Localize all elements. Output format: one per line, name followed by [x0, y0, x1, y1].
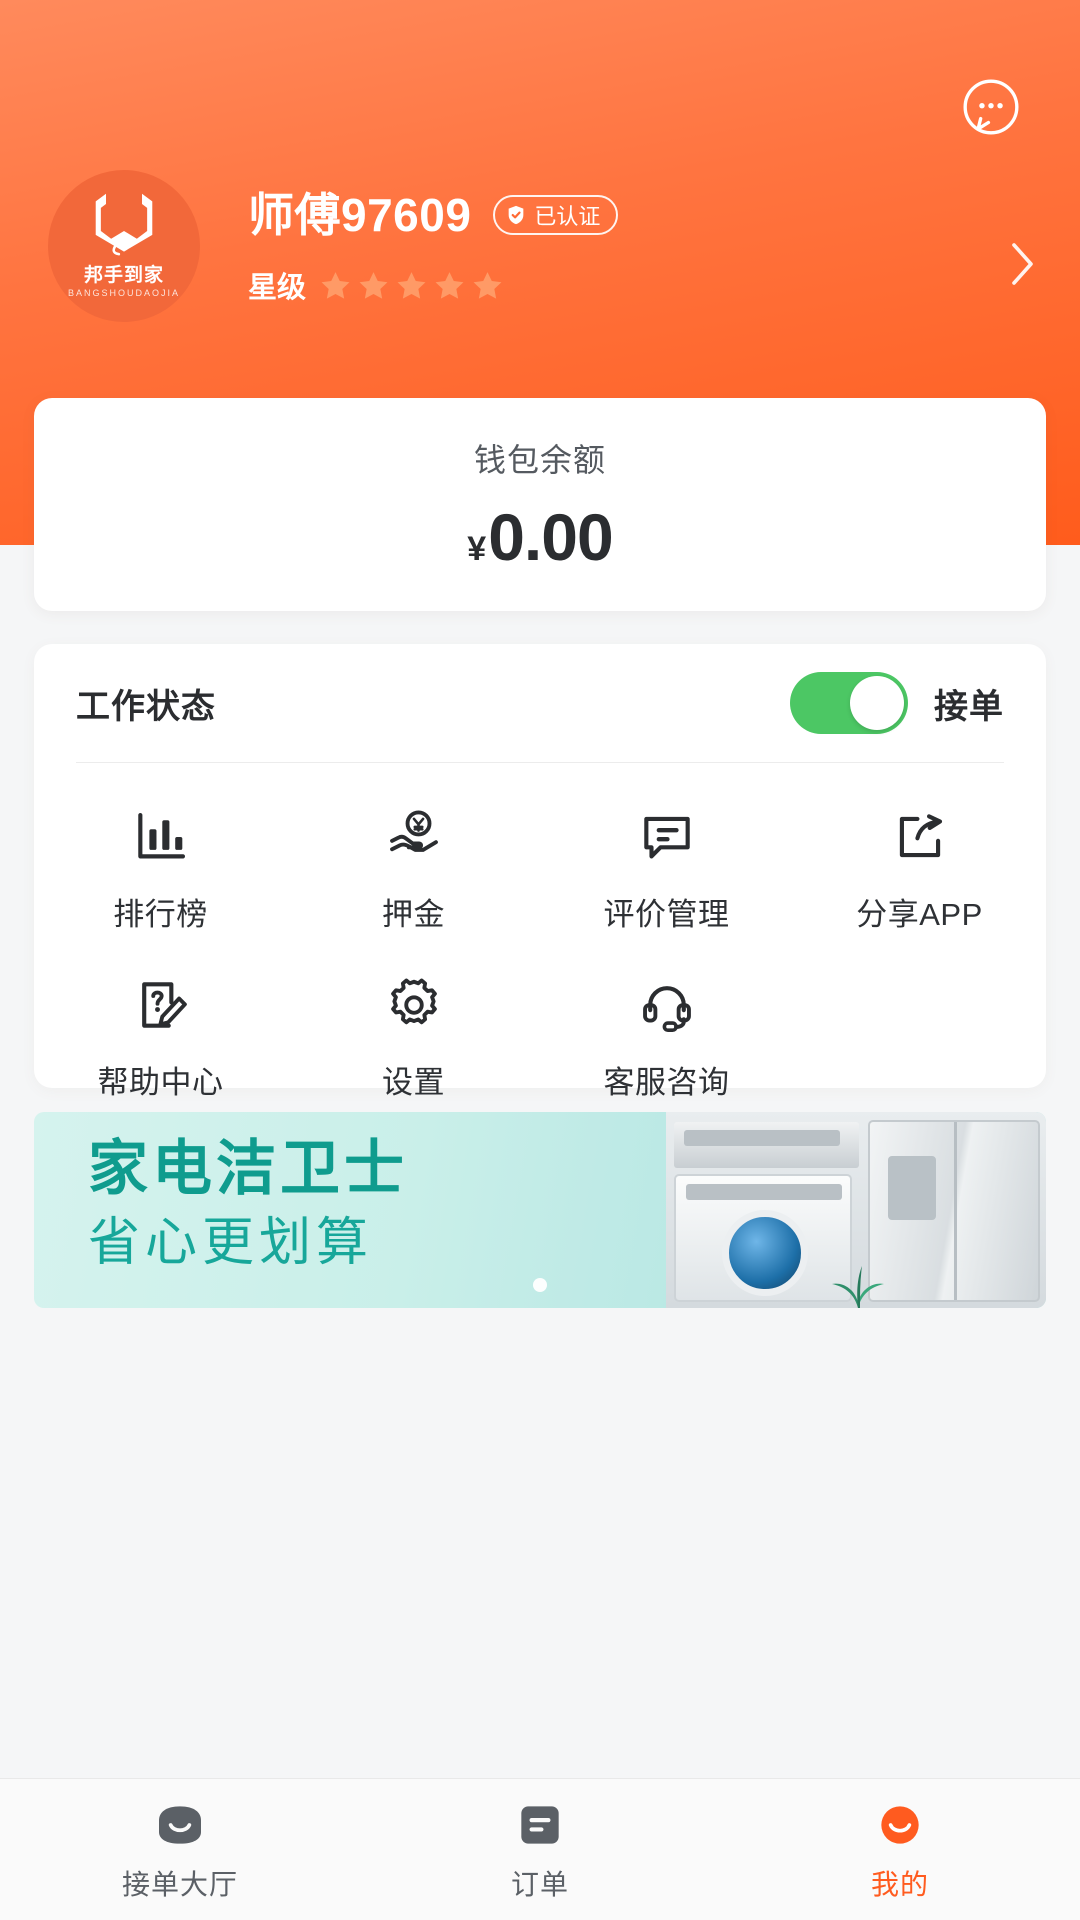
banner-line1: 家电洁卫士	[88, 1136, 408, 1202]
star-icon	[359, 271, 388, 299]
star-icon	[473, 271, 502, 299]
grid-item-help-center[interactable]: 帮助中心	[34, 957, 287, 1125]
carousel-dot[interactable]	[533, 1278, 547, 1292]
hand-coin-icon	[383, 801, 445, 873]
verified-label: 已认证	[534, 204, 601, 229]
shield-check-icon	[509, 205, 524, 225]
avatar[interactable]: 邦手到家 BANGSHOUDAOJIA	[48, 170, 200, 322]
profile-summary[interactable]: 邦手到家 BANGSHOUDAOJIA 师傅97609 已认证 星级	[0, 170, 1080, 355]
toggle-knob	[850, 676, 904, 730]
headset-icon	[636, 969, 698, 1041]
balance-value: 0.00	[488, 499, 613, 574]
star-rating	[320, 270, 503, 301]
wallet-balance-card[interactable]: 钱包余额 ¥ 0.00	[34, 398, 1046, 611]
plant-decoration-icon	[832, 1266, 884, 1308]
grid-item-label: 客服咨询	[603, 1065, 730, 1100]
profile-smiley-icon	[872, 1797, 928, 1853]
page-title: 师傅97609	[248, 189, 472, 241]
brand-robot-mark-icon	[95, 193, 153, 256]
tab-label: 接单大厅	[121, 1868, 238, 1900]
currency-symbol: ¥	[467, 529, 487, 568]
banner-text: 家电洁卫士 省心更划算	[88, 1138, 408, 1272]
grid-item-label: 分享APP	[856, 897, 983, 932]
tab-order-hall[interactable]: 接单大厅	[0, 1779, 360, 1920]
comment-icon	[636, 801, 698, 873]
bottom-navigation: 接单大厅 订单 我的	[0, 1778, 1080, 1920]
status-badge: 已认证	[493, 195, 619, 235]
hall-icon	[152, 1797, 208, 1853]
chevron-right-icon[interactable]	[1010, 242, 1036, 286]
work-status-state: 接单	[934, 687, 1004, 726]
tab-label: 订单	[510, 1868, 569, 1900]
grid-item-label: 评价管理	[603, 897, 730, 932]
grid-item-label: 押金	[382, 897, 445, 932]
name-block: 师傅97609 已认证 星级	[248, 189, 619, 306]
banner-line2: 省心更划算	[88, 1215, 374, 1272]
promo-banner[interactable]: 家电洁卫士 省心更划算	[34, 1112, 1046, 1308]
brand-subtext: BANGSHOUDAOJIA	[67, 288, 180, 298]
work-status-row: 工作状态 接单	[34, 644, 1046, 762]
grid-item-label: 帮助中心	[97, 1065, 224, 1100]
grid-item-leaderboard[interactable]: 排行榜	[34, 789, 287, 957]
wallet-label: 钱包余额	[473, 441, 606, 478]
order-icon	[512, 1797, 568, 1853]
grid-item-label: 排行榜	[113, 897, 208, 932]
tab-orders[interactable]: 订单	[360, 1779, 720, 1920]
star-icon	[435, 271, 464, 299]
rating-row: 星级	[248, 264, 618, 306]
gear-icon	[383, 969, 445, 1041]
wallet-amount: ¥ 0.00	[467, 499, 613, 575]
tab-profile[interactable]: 我的	[720, 1779, 1080, 1920]
tab-label: 我的	[870, 1868, 929, 1900]
feature-grid: 排行榜 押金 评价管理 分享APP 帮助中心 设置 客服咨询	[34, 763, 1046, 1125]
app-screen: 邦手到家 BANGSHOUDAOJIA 师傅97609 已认证 星级 钱包余额 …	[0, 0, 1080, 1920]
rating-label: 星级	[248, 272, 307, 304]
help-document-icon	[130, 969, 192, 1041]
range-hood-image	[674, 1122, 859, 1168]
chat-bubble-icon[interactable]	[960, 76, 1022, 138]
appliance-photo	[666, 1112, 1046, 1308]
star-icon	[321, 271, 350, 299]
grid-item-deposit[interactable]: 押金	[287, 789, 540, 957]
bar-chart-icon	[130, 801, 192, 873]
grid-item-label: 设置	[382, 1065, 445, 1100]
share-export-icon	[889, 801, 951, 873]
accept-orders-toggle[interactable]	[790, 672, 908, 734]
grid-item-share-app[interactable]: 分享APP	[793, 789, 1046, 957]
grid-item-settings[interactable]: 设置	[287, 957, 540, 1125]
brand-text: 邦手到家	[83, 265, 164, 286]
star-icon	[397, 271, 426, 299]
grid-item-customer-service[interactable]: 客服咨询	[540, 957, 793, 1125]
work-status-panel: 工作状态 接单 排行榜 押金 评价管理 分享APP 帮助中心 设置 客服咨询	[34, 644, 1046, 1100]
grid-item-reviews[interactable]: 评价管理	[540, 789, 793, 957]
work-status-label: 工作状态	[76, 687, 216, 726]
